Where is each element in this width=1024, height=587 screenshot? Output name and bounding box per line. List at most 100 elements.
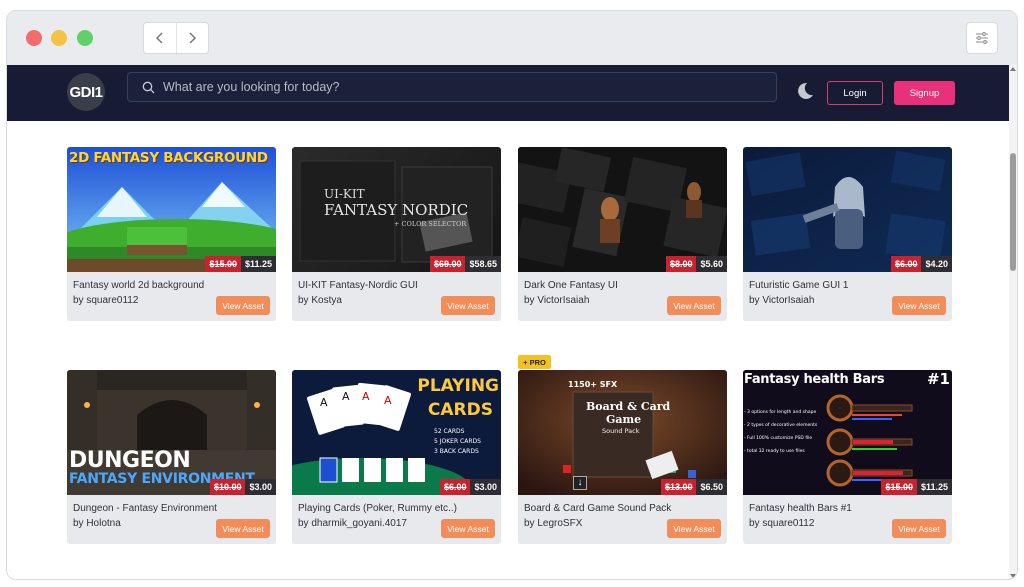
- asset-title[interactable]: Dark One Fantasy UI: [524, 280, 618, 291]
- svg-text:A: A: [384, 394, 392, 407]
- view-asset-button[interactable]: View Asset: [892, 519, 946, 538]
- price-tag: $69.00 $58.65: [429, 256, 501, 272]
- forward-button[interactable]: [175, 23, 208, 53]
- asset-card[interactable]: Fantasy health Bars #1 - 3 options for l…: [743, 370, 952, 544]
- scroll-down-icon[interactable]: [1010, 574, 1016, 578]
- feature-line: - total 32 ready to use files: [744, 449, 805, 454]
- thumbnail-caption: 2D FANTASY BACKGROUND: [69, 150, 268, 166]
- asset-card[interactable]: 2D FANTASY BACKGROUND $15.00 $11.25 Fant…: [67, 147, 276, 321]
- browser-chrome: [7, 11, 1017, 65]
- thumbnail-caption: 1150+ SFX: [568, 380, 618, 389]
- chevron-right-icon: [189, 32, 197, 44]
- view-asset-button[interactable]: View Asset: [892, 296, 946, 315]
- asset-thumbnail[interactable]: 2D FANTASY BACKGROUND $15.00 $11.25: [67, 147, 276, 272]
- thumbnail-caption: DUNGEON: [69, 448, 191, 473]
- sale-price: $6.50: [696, 479, 727, 495]
- asset-thumbnail[interactable]: Fantasy health Bars #1 - 3 options for l…: [743, 370, 952, 495]
- asset-title[interactable]: Fantasy world 2d background: [73, 280, 204, 291]
- dark-fantasy-ui-art: [518, 147, 727, 272]
- asset-author[interactable]: by VictorIsaiah: [524, 295, 589, 306]
- asset-card[interactable]: $6.00 $4.20 Futuristic Game GUI 1 by Vic…: [743, 147, 952, 321]
- feature-line: 52 CARDS: [434, 428, 465, 435]
- view-asset-button[interactable]: View Asset: [441, 296, 495, 315]
- asset-card[interactable]: $8.00 $5.60 Dark One Fantasy UI by Victo…: [518, 147, 727, 321]
- close-window-button[interactable]: [26, 30, 42, 46]
- sale-price: $5.60: [696, 256, 727, 272]
- asset-author[interactable]: by square0112: [749, 518, 814, 529]
- svg-text:A: A: [342, 390, 350, 403]
- sale-price: $11.25: [916, 479, 952, 495]
- original-price: $15.00: [205, 256, 241, 272]
- view-asset-button[interactable]: View Asset: [667, 296, 721, 315]
- download-icon: ↓: [573, 476, 587, 490]
- asset-thumbnail[interactable]: 1150+ SFX Board & Card Game Sound Pack ↓…: [518, 370, 727, 495]
- futuristic-gui-art: [743, 147, 952, 272]
- sale-price: $3.00: [245, 479, 276, 495]
- sale-price: $11.25: [240, 256, 276, 272]
- settings-button[interactable]: [966, 22, 998, 54]
- asset-card[interactable]: DUNGEON FANTASY ENVIRONMENT $10.00 $3.00…: [67, 370, 276, 544]
- original-price: $6.00: [890, 256, 922, 272]
- thumbnail-caption-3: Game: [606, 413, 642, 426]
- login-button[interactable]: Login: [827, 81, 883, 105]
- thumbnail-caption-4: Sound Pack: [602, 427, 640, 435]
- moon-icon[interactable]: [795, 81, 815, 101]
- minimize-window-button[interactable]: [51, 30, 67, 46]
- asset-title[interactable]: Dungeon - Fantasy Environment: [73, 503, 217, 514]
- view-asset-button[interactable]: View Asset: [667, 519, 721, 538]
- asset-author[interactable]: by square0112: [73, 295, 138, 306]
- asset-thumbnail[interactable]: DUNGEON FANTASY ENVIRONMENT $10.00 $3.00: [67, 370, 276, 495]
- price-tag: $6.00 $3.00: [439, 479, 501, 495]
- view-asset-button[interactable]: View Asset: [216, 296, 270, 315]
- thumbnail-caption: Fantasy health Bars: [744, 372, 885, 387]
- feature-line: - Full 100% customize PSD file: [744, 436, 813, 441]
- logo-text: GDI1: [69, 83, 103, 101]
- sale-price: $4.20: [921, 256, 952, 272]
- search-input[interactable]: [163, 80, 723, 94]
- maximize-window-button[interactable]: [77, 30, 93, 46]
- original-price: $15.00: [881, 479, 917, 495]
- signup-button[interactable]: Signup: [894, 81, 955, 105]
- asset-title[interactable]: Fantasy health Bars #1: [749, 503, 852, 514]
- asset-author[interactable]: by VictorIsaiah: [749, 295, 814, 306]
- svg-text:A: A: [362, 390, 370, 403]
- asset-card[interactable]: UI-KIT FANTASY NORDIC + COLOR SELECTOR $…: [292, 147, 501, 321]
- site-logo[interactable]: GDI1: [67, 73, 105, 111]
- price-tag: $13.00 $6.50: [660, 479, 727, 495]
- price-tag: $10.00 $3.00: [209, 479, 276, 495]
- asset-author[interactable]: by Kostya: [298, 295, 342, 306]
- price-tag: $6.00 $4.20: [890, 256, 952, 272]
- back-button[interactable]: [144, 23, 176, 53]
- feature-line: 5 JOKER CARDS: [434, 438, 481, 445]
- asset-thumbnail[interactable]: $6.00 $4.20: [743, 147, 952, 272]
- asset-title[interactable]: UI-KIT Fantasy-Nordic GUI: [298, 280, 418, 291]
- asset-thumbnail[interactable]: $8.00 $5.60: [518, 147, 727, 272]
- scroll-up-icon[interactable]: [1010, 67, 1016, 71]
- thumbnail-caption-sub: + COLOR SELECTOR: [394, 220, 467, 228]
- thumbnail-feature-list: 52 CARDS 5 JOKER CARDS 3 BACK CARDS: [434, 427, 481, 457]
- thumbnail-caption-2: Board & Card: [586, 400, 671, 413]
- site-header: GDI1 Login Signup: [7, 65, 1011, 121]
- thumbnail-feature-list: - 3 options for length and shape - 2 typ…: [744, 406, 817, 458]
- chevron-left-icon: [155, 32, 163, 44]
- asset-card[interactable]: A A A A PLAYING CARDS 52 CARDS 5 JOKER C…: [292, 370, 501, 544]
- original-price: $8.00: [665, 256, 697, 272]
- scrollbar-thumb[interactable]: [1010, 153, 1016, 271]
- view-asset-button[interactable]: View Asset: [216, 519, 270, 538]
- asset-card[interactable]: 1150+ SFX Board & Card Game Sound Pack ↓…: [518, 370, 727, 544]
- page-scrollbar[interactable]: [1009, 65, 1017, 579]
- asset-title[interactable]: Futuristic Game GUI 1: [749, 280, 848, 291]
- asset-thumbnail[interactable]: UI-KIT FANTASY NORDIC + COLOR SELECTOR $…: [292, 147, 501, 272]
- asset-title[interactable]: Board & Card Game Sound Pack: [524, 503, 671, 514]
- asset-thumbnail[interactable]: A A A A PLAYING CARDS 52 CARDS 5 JOKER C…: [292, 370, 501, 495]
- search-icon: [142, 81, 155, 93]
- original-price: $10.00: [209, 479, 246, 495]
- asset-author[interactable]: by LegroSFX: [524, 518, 582, 529]
- asset-title[interactable]: Playing Cards (Poker, Rummy etc..): [298, 503, 457, 514]
- asset-author[interactable]: by dharmik_goyani.4017: [298, 518, 407, 529]
- asset-author[interactable]: by Holotna: [73, 518, 121, 529]
- feature-line: - 2 types of decorative elements: [744, 423, 818, 428]
- thumbnail-caption-main: FANTASY NORDIC: [324, 201, 469, 219]
- thumbnail-caption: UI-KIT: [324, 187, 365, 201]
- view-asset-button[interactable]: View Asset: [441, 519, 495, 538]
